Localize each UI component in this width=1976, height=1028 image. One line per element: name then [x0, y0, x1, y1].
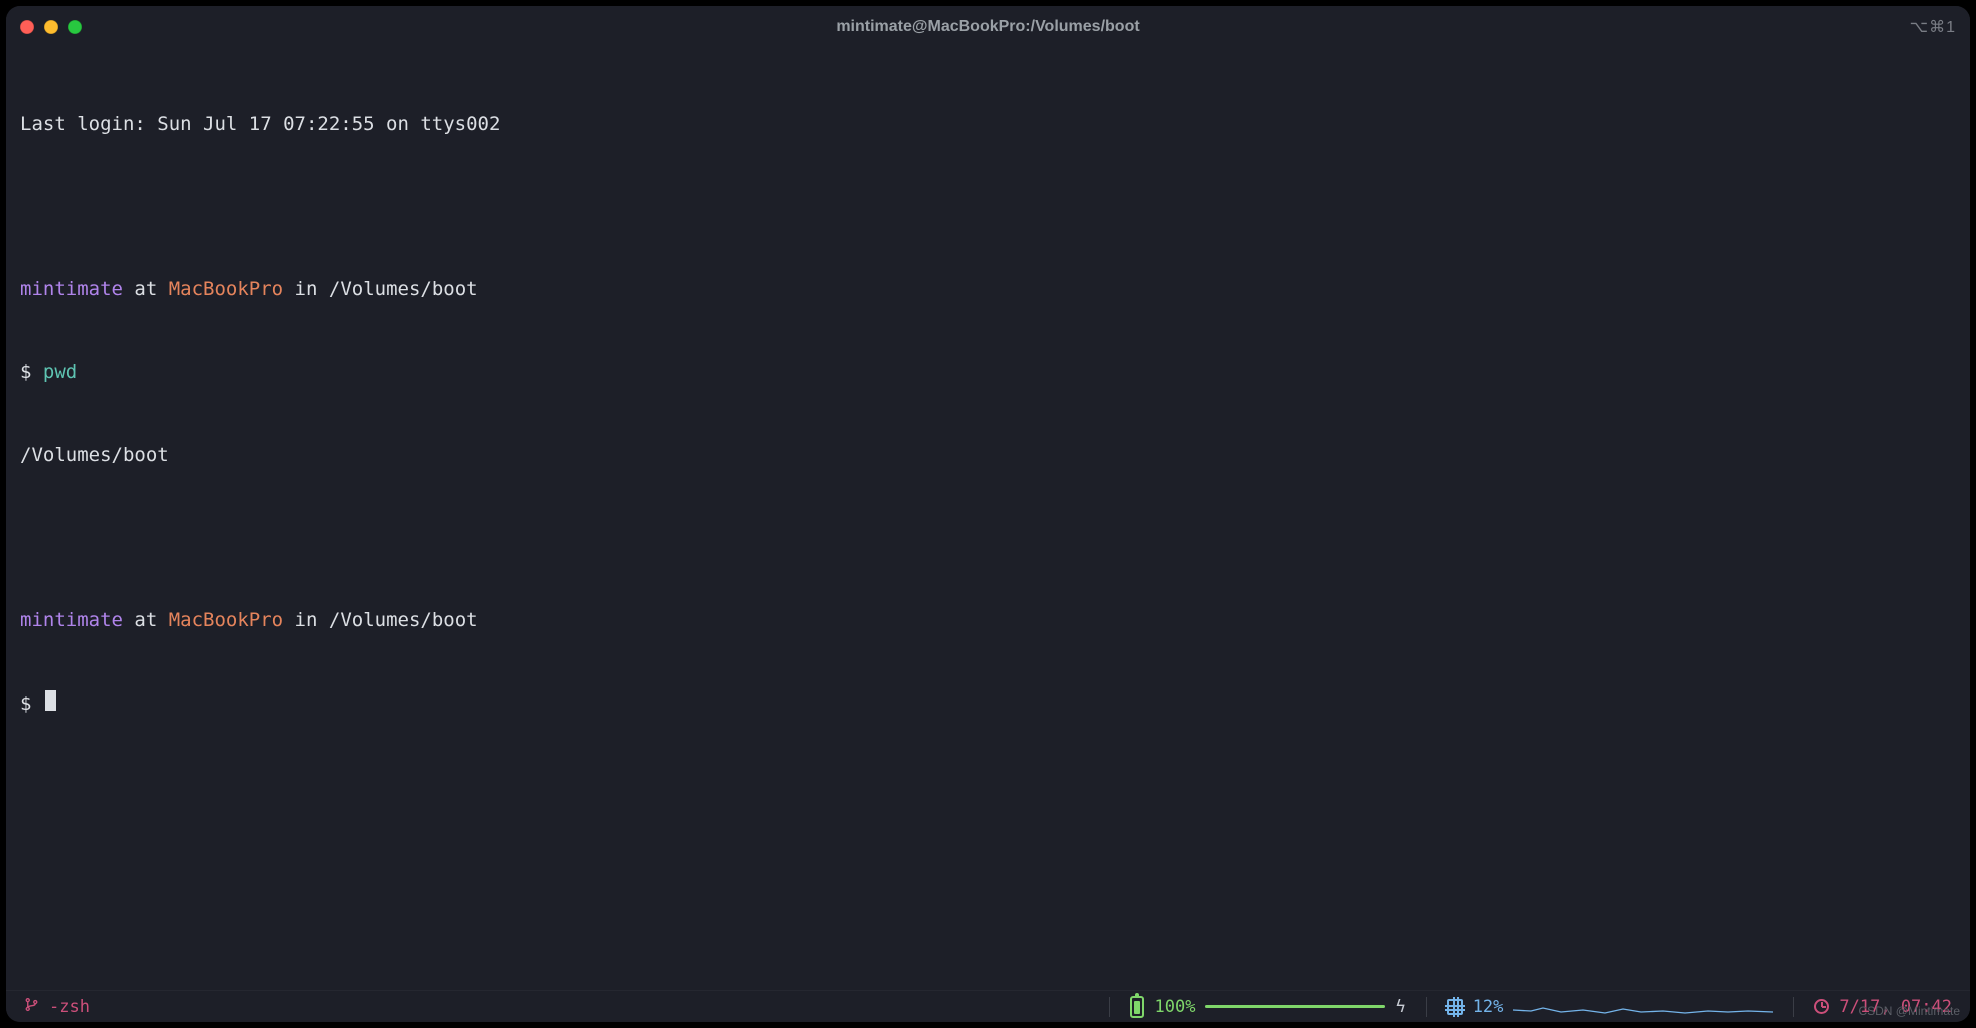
prompt-symbol: $: [20, 361, 43, 383]
battery-bar: [1205, 1005, 1385, 1008]
cpu-percent: 12%: [1473, 997, 1504, 1017]
window-title: mintimate@MacBookPro:/Volumes/boot: [6, 18, 1970, 36]
prompt-path: /Volumes/boot: [329, 278, 478, 300]
status-shell: -zsh: [24, 997, 90, 1017]
prompt-at: at: [123, 609, 169, 631]
command-text: pwd: [43, 361, 77, 383]
prompt-host: MacBookPro: [169, 609, 283, 631]
separator: [1793, 997, 1794, 1017]
terminal-viewport[interactable]: Last login: Sun Jul 17 07:22:55 on ttys0…: [6, 48, 1970, 990]
prompt-context: mintimate at MacBookPro in /Volumes/boot: [20, 607, 1956, 635]
watermark: CSDN @Mintimate: [1858, 1004, 1960, 1018]
command-line-active[interactable]: $: [20, 690, 1956, 718]
command-output: /Volumes/boot: [20, 442, 1956, 470]
battery-icon: [1130, 996, 1144, 1018]
command-line: $ pwd: [20, 359, 1956, 387]
prompt-host: MacBookPro: [169, 278, 283, 300]
keyboard-shortcut-hint: ⌥⌘1: [1910, 17, 1956, 37]
shell-name: -zsh: [49, 997, 90, 1017]
charging-icon: ϟ: [1395, 997, 1405, 1017]
separator: [1109, 997, 1110, 1017]
prompt-in: in: [283, 609, 329, 631]
clock-icon: [1814, 999, 1829, 1014]
prompt-user: mintimate: [20, 278, 123, 300]
window-controls: [20, 20, 82, 34]
prompt-context: mintimate at MacBookPro in /Volumes/boot: [20, 276, 1956, 304]
cpu-sparkline: [1513, 996, 1773, 1018]
titlebar: mintimate@MacBookPro:/Volumes/boot ⌥⌘1: [6, 6, 1970, 48]
cursor: [45, 690, 56, 712]
last-login-line: Last login: Sun Jul 17 07:22:55 on ttys0…: [20, 111, 1956, 139]
prompt-in: in: [283, 278, 329, 300]
branch-icon: [24, 997, 39, 1016]
status-cpu: 12%: [1447, 996, 1774, 1018]
close-button[interactable]: [20, 20, 34, 34]
zoom-button[interactable]: [68, 20, 82, 34]
terminal-window: mintimate@MacBookPro:/Volumes/boot ⌥⌘1 L…: [6, 6, 1970, 1022]
cpu-icon: [1447, 999, 1463, 1015]
prompt-path: /Volumes/boot: [329, 609, 478, 631]
blank-line: [20, 194, 1956, 222]
battery-percent: 100%: [1154, 997, 1195, 1017]
prompt-at: at: [123, 278, 169, 300]
minimize-button[interactable]: [44, 20, 58, 34]
status-bar: -zsh 100% ϟ 12% 7/17, 07:42: [6, 990, 1970, 1022]
blank-line: [20, 524, 1956, 552]
prompt-user: mintimate: [20, 609, 123, 631]
prompt-symbol: $: [20, 692, 43, 714]
status-battery: 100% ϟ: [1130, 996, 1405, 1018]
separator: [1426, 997, 1427, 1017]
